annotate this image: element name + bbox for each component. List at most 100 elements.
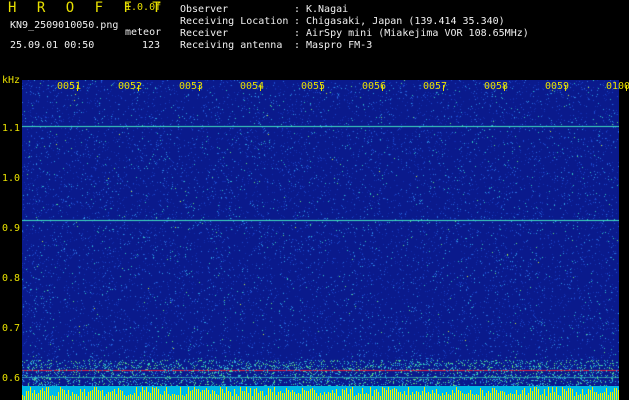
signal-level-bar — [430, 394, 431, 400]
signal-level-bar — [288, 390, 289, 400]
signal-level-bar — [394, 388, 395, 400]
waterfall-spectrogram[interactable] — [22, 80, 619, 386]
signal-level-bar — [126, 396, 127, 400]
signal-level-bar — [230, 392, 231, 400]
signal-level-bar — [566, 391, 567, 400]
signal-level-bar — [196, 389, 197, 400]
signal-level-bar — [114, 389, 115, 400]
app-version: 1.0.0f — [125, 2, 162, 13]
signal-level-bar — [200, 392, 201, 400]
signal-level-bar — [548, 387, 549, 400]
signal-level-bar — [560, 396, 561, 400]
signal-level-bar — [614, 388, 615, 400]
signal-level-bar — [450, 395, 451, 400]
signal-level-bar — [112, 391, 113, 400]
signal-level-bar — [414, 394, 415, 400]
signal-level-bar — [408, 387, 409, 400]
signal-level-bar — [218, 395, 219, 400]
signal-level-bar — [60, 387, 61, 400]
signal-level-bar — [168, 394, 169, 400]
signal-level-bar — [214, 391, 215, 400]
signal-level-bar — [526, 395, 527, 400]
signal-level-bar — [278, 392, 279, 400]
signal-level-bar — [138, 396, 139, 400]
signal-level-bar — [166, 387, 167, 400]
signal-level-bar — [426, 393, 427, 400]
signal-level-bar — [598, 394, 599, 400]
signal-level-bar — [340, 396, 341, 400]
signal-level-bar — [538, 389, 539, 400]
signal-level-bar — [420, 395, 421, 400]
signal-level-bar — [588, 389, 589, 400]
signal-level-bar — [370, 387, 371, 400]
signal-level-bar — [276, 395, 277, 400]
frequency-tick-label: 0.8 — [1, 273, 20, 284]
signal-level-bar — [116, 394, 117, 400]
signal-level-bar — [368, 394, 369, 400]
signal-level-bar — [306, 391, 307, 400]
signal-level-bar — [182, 395, 183, 400]
signal-level-bar — [294, 392, 295, 400]
signal-level-bar — [66, 394, 67, 400]
time-tick-mark — [565, 85, 566, 91]
signal-level-bar — [222, 389, 223, 400]
signal-level-bar — [198, 389, 199, 400]
signal-level-bar — [280, 391, 281, 400]
signal-level-bar — [158, 389, 159, 400]
signal-level-bar — [590, 390, 591, 400]
signal-level-bar — [58, 392, 59, 400]
signal-level-bar — [586, 394, 587, 400]
signal-level-bar — [310, 389, 311, 400]
location-row: Receiving Location : Chigasaki, Japan (1… — [180, 16, 529, 28]
signal-level-bar — [496, 390, 497, 400]
time-tick-mark — [199, 85, 200, 91]
signal-level-bar — [316, 393, 317, 400]
signal-level-bar — [606, 388, 607, 400]
time-tick-mark — [77, 85, 78, 91]
signal-level-bar — [164, 391, 165, 400]
signal-level-bar — [334, 393, 335, 400]
signal-level-bar — [412, 392, 413, 400]
signal-level-bar — [226, 387, 227, 400]
antenna-value: Maspro FM-3 — [306, 40, 373, 51]
signal-level-bar — [106, 394, 107, 400]
signal-level-bar — [238, 396, 239, 400]
signal-level-bar — [190, 391, 191, 400]
signal-level-bar — [406, 395, 407, 400]
signal-level-bar — [68, 390, 69, 400]
signal-level-bar — [108, 392, 109, 400]
signal-level-bar — [508, 394, 509, 400]
signal-level-bar — [32, 393, 33, 400]
signal-level-bar — [344, 390, 345, 400]
signal-level-bar — [476, 394, 477, 400]
signal-level-bar — [356, 395, 357, 400]
signal-level-bar — [510, 393, 511, 400]
signal-level-bar — [540, 395, 541, 400]
signal-level-bar — [256, 388, 257, 400]
time-tick-mark — [382, 85, 383, 91]
signal-level-bar — [274, 387, 275, 400]
signal-level-bar — [512, 394, 513, 400]
signal-level-bar — [564, 389, 565, 400]
signal-level-bar — [298, 393, 299, 400]
signal-level-bar — [250, 388, 251, 400]
signal-level-bar — [604, 392, 605, 400]
signal-level-bar — [284, 393, 285, 400]
meteor-count: 123 — [142, 40, 161, 51]
waterfall-canvas[interactable] — [22, 80, 619, 386]
signal-level-bar — [362, 388, 363, 400]
signal-level-bar — [202, 390, 203, 400]
signal-level-bar — [92, 390, 93, 400]
signal-level-bar — [118, 388, 119, 400]
signal-level-bar — [486, 393, 487, 400]
time-tick-mark — [443, 85, 444, 91]
signal-level-bar — [338, 396, 339, 400]
signal-level-bar — [480, 388, 481, 400]
signal-level-bar — [570, 388, 571, 400]
signal-level-bar — [346, 388, 347, 400]
signal-level-bar — [258, 393, 259, 400]
signal-level-bar — [192, 390, 193, 400]
signal-level-bar — [380, 396, 381, 400]
signal-level-bar — [470, 390, 471, 400]
signal-level-bar — [180, 387, 181, 400]
